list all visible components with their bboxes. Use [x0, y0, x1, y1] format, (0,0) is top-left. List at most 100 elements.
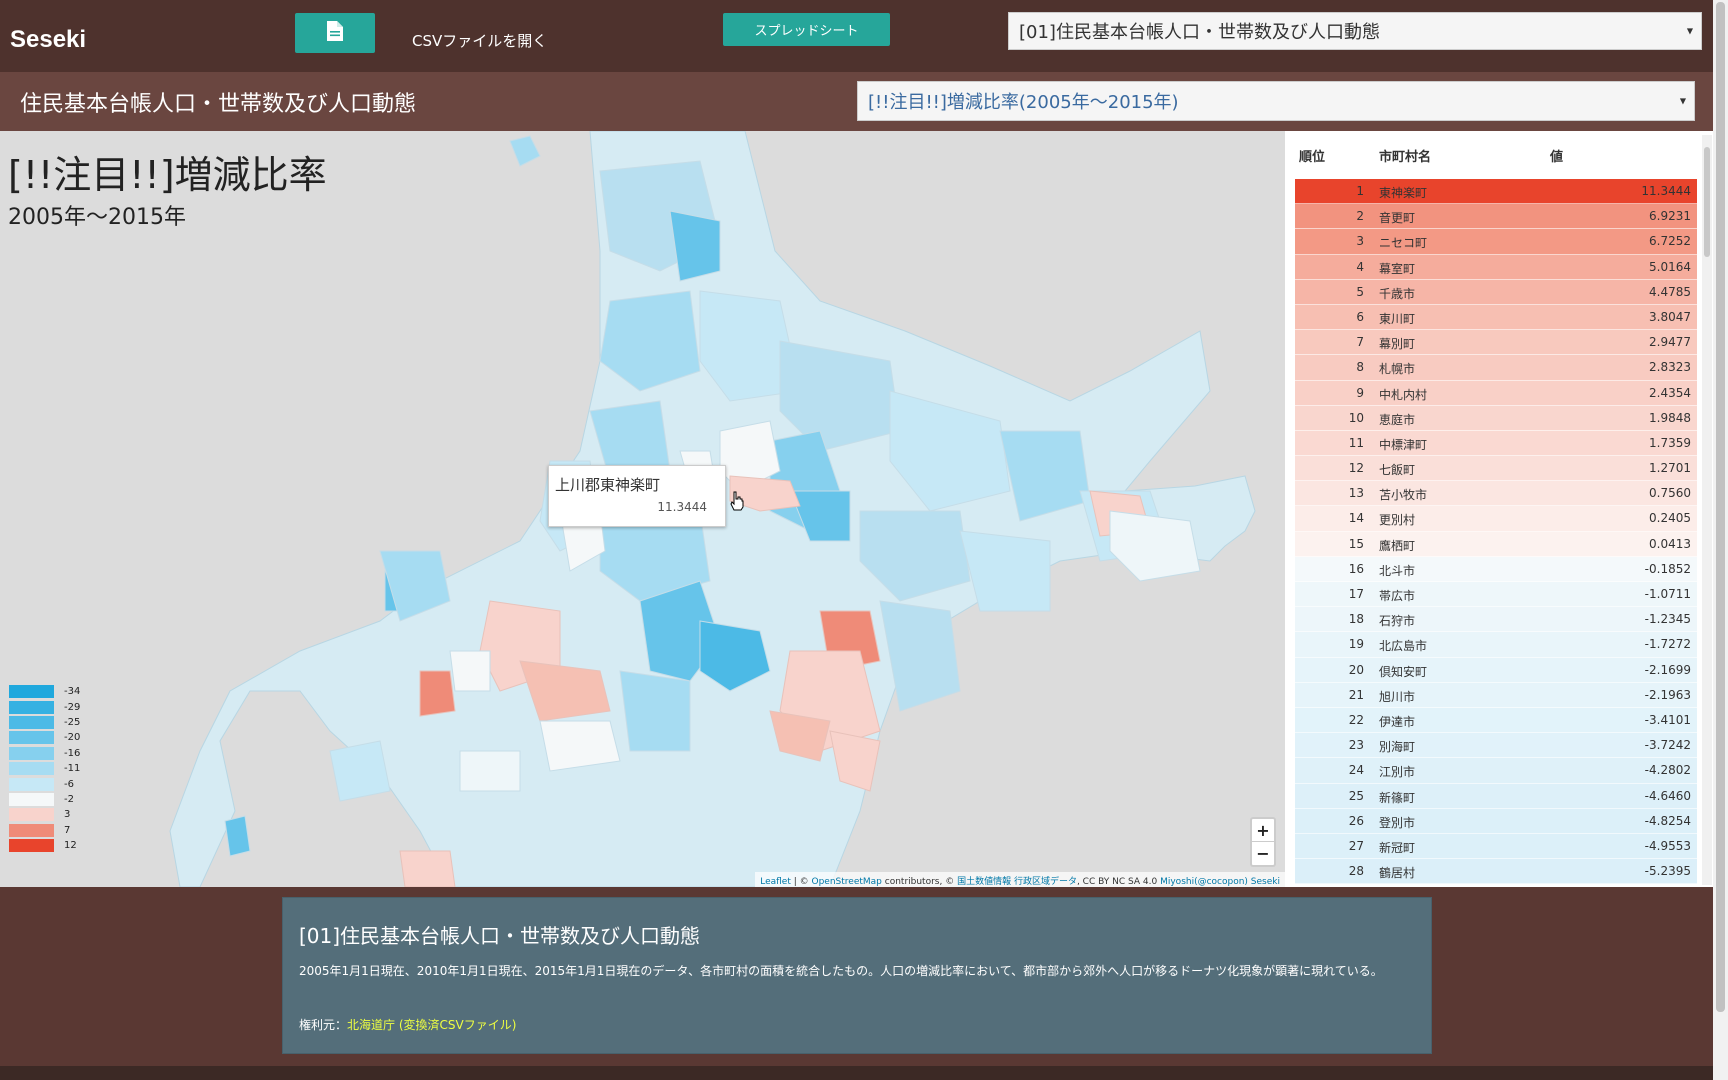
spreadsheet-button[interactable]: スプレッドシート — [723, 13, 890, 46]
zoom-in-button[interactable]: + — [1252, 819, 1274, 842]
name-column-header[interactable]: 市町村名 — [1379, 146, 1431, 165]
attribution-text: , CC BY NC SA 4.0 — [1076, 877, 1161, 887]
table-row[interactable]: 26 登別市 -4.8254 — [1295, 808, 1697, 834]
table-row[interactable]: 27 新冠町 -4.9553 — [1295, 833, 1697, 860]
rank-cell: 22 — [1348, 712, 1364, 727]
name-cell: 札幌市 — [1379, 362, 1416, 377]
name-cell: 音更町 — [1379, 211, 1416, 226]
table-row[interactable]: 19 北広島市 -1.7272 — [1295, 632, 1697, 658]
legend-item: -2 — [9, 792, 80, 807]
name-cell: 旭川市 — [1379, 689, 1416, 704]
table-row[interactable]: 17 帯広市 -1.0711 — [1295, 582, 1697, 608]
legend-swatch — [9, 746, 54, 760]
table-row[interactable]: 24 江別市 -4.2802 — [1295, 758, 1697, 784]
table-row[interactable]: 5 千歳市 4.4785 — [1295, 279, 1697, 305]
name-cell: 別海町 — [1379, 740, 1416, 755]
rank-cell: 23 — [1348, 738, 1364, 753]
top-navbar: Seseki CSVファイルを開く スプレッドシート [01]住民基本台帳人口・… — [0, 0, 1713, 72]
name-cell: 石狩市 — [1379, 614, 1416, 629]
value-cell: 5.0164 — [1649, 259, 1691, 274]
source-org-link[interactable]: 北海道庁 — [347, 1018, 395, 1032]
table-row[interactable]: 1 東神楽町 11.3444 — [1295, 179, 1697, 205]
source-csv-link[interactable]: (変換済CSVファイル) — [399, 1018, 517, 1032]
rank-cell: 13 — [1348, 486, 1364, 501]
choropleth-map[interactable]: [!!注目!!]増減比率 2005年～2015年 上川郡東神楽町 11.3444… — [0, 131, 1285, 887]
rank-cell: 7 — [1356, 335, 1364, 350]
table-row[interactable]: 4 幕室町 5.0164 — [1295, 254, 1697, 280]
value-cell: 2.4354 — [1649, 385, 1691, 400]
osm-link[interactable]: OpenStreetMap — [812, 877, 882, 887]
map-region — [419, 670, 456, 717]
legend-label: 7 — [64, 824, 71, 836]
source-prefix: 権利元： — [299, 1018, 348, 1032]
rank-column-header[interactable]: 順位 — [1299, 146, 1325, 165]
value-column-header[interactable]: 値 — [1550, 146, 1563, 165]
author-link[interactable]: Miyoshi(@cocopon) Seseki — [1160, 877, 1280, 887]
page-scrollbar-thumb[interactable] — [1716, 2, 1725, 1012]
rank-cell: 25 — [1348, 788, 1364, 803]
page-scrollbar[interactable] — [1713, 0, 1728, 1080]
table-row[interactable]: 28 鶴居村 -5.2395 — [1295, 859, 1697, 885]
ranking-rows: 1 東神楽町 11.3444 2 音更町 6.9231 3 ニセコ町 6.7252 4 幕室町 5.0… — [1295, 179, 1697, 885]
legend-item: 3 — [9, 807, 80, 822]
page-footer — [0, 1066, 1713, 1080]
table-row[interactable]: 22 伊達市 -3.4101 — [1295, 707, 1697, 734]
legend-label: -25 — [64, 716, 81, 728]
name-cell: 七飯町 — [1379, 463, 1416, 478]
table-row[interactable]: 3 ニセコ町 6.7252 — [1295, 229, 1697, 255]
rank-cell: 16 — [1348, 561, 1364, 576]
brand-logo[interactable]: Seseki — [10, 26, 86, 54]
table-row[interactable]: 11 中標津町 1.7359 — [1295, 430, 1697, 457]
legend-item: -34 — [9, 684, 80, 699]
table-row[interactable]: 14 更別村 0.2405 — [1295, 506, 1697, 532]
name-cell: 幕別町 — [1379, 337, 1416, 352]
gsi-link[interactable]: 国土数値情報 行政区域データ — [957, 877, 1077, 887]
leaflet-link[interactable]: Leaflet — [760, 877, 791, 887]
rank-cell: 28 — [1348, 864, 1364, 879]
open-csv-label[interactable]: CSVファイルを開く — [412, 30, 547, 51]
rank-cell: 12 — [1348, 461, 1364, 476]
subheader: 住民基本台帳人口・世帯数及び人口動態 [!!注目!!]増減比率(2005年～20… — [0, 72, 1713, 131]
map-region — [459, 750, 521, 792]
legend-label: -34 — [64, 686, 81, 698]
info-description: 2005年1月1日現在、2010年1月1日現在、2015年1月1日現在のデータ、… — [299, 964, 1383, 978]
ranking-table[interactable]: 順位 市町村名 値 1 東神楽町 11.3444 2 音更町 6.9231 3 ニセコ町 6.7… — [1285, 131, 1713, 887]
table-row[interactable]: 18 石狩市 -1.2345 — [1295, 607, 1697, 633]
table-row[interactable]: 23 別海町 -3.7242 — [1295, 733, 1697, 759]
dataset-select[interactable]: [01]住民基本台帳人口・世帯数及び人口動態 ▼ — [1008, 12, 1702, 50]
table-row[interactable]: 6 東川町 3.8047 — [1295, 304, 1697, 331]
table-row[interactable]: 25 新篠町 -4.6460 — [1295, 783, 1697, 809]
legend-swatch — [9, 700, 54, 714]
metric-select-value: [!!注目!!]増減比率(2005年～2015年) — [868, 92, 1179, 113]
value-cell: -3.4101 — [1644, 712, 1691, 727]
legend-swatch — [9, 808, 54, 822]
map-region — [449, 650, 491, 692]
table-row[interactable]: 13 苫小牧市 0.7560 — [1295, 481, 1697, 507]
legend-label: -6 — [64, 778, 74, 790]
legend-label: -11 — [64, 763, 81, 775]
name-cell: ニセコ町 — [1379, 236, 1428, 251]
table-row[interactable]: 10 恵庭市 1.9848 — [1295, 405, 1697, 431]
table-row[interactable]: 9 中札内村 2.4354 — [1295, 380, 1697, 406]
rank-cell: 19 — [1348, 637, 1364, 652]
zoom-out-button[interactable]: − — [1252, 842, 1274, 865]
name-cell: 伊達市 — [1379, 714, 1416, 729]
rank-cell: 17 — [1348, 587, 1364, 601]
table-row[interactable]: 15 鷹栖町 0.0413 — [1295, 531, 1697, 557]
map-legend: -34 -29 -25 -20 -16 -11 -6 -2 3 7 12 — [9, 684, 80, 853]
table-row[interactable]: 20 倶知安町 -2.1699 — [1295, 657, 1697, 683]
open-file-button[interactable] — [295, 13, 375, 53]
value-cell: 1.7359 — [1649, 435, 1691, 450]
table-row[interactable]: 2 音更町 6.9231 — [1295, 204, 1697, 230]
table-row[interactable]: 21 旭川市 -2.1963 — [1295, 682, 1697, 708]
legend-label: -2 — [64, 793, 74, 805]
table-row[interactable]: 12 七飯町 1.2701 — [1295, 456, 1697, 482]
table-row[interactable]: 8 札幌市 2.8323 — [1295, 355, 1697, 381]
table-row[interactable]: 7 幕別町 2.9477 — [1295, 330, 1697, 356]
ranking-scrollbar[interactable] — [1702, 135, 1712, 885]
table-row[interactable]: 16 北斗市 -0.1852 — [1295, 556, 1697, 582]
rank-cell: 21 — [1348, 687, 1364, 702]
legend-item: -6 — [9, 776, 80, 791]
metric-select[interactable]: [!!注目!!]増減比率(2005年～2015年) ▼ — [857, 81, 1695, 121]
ranking-scrollbar-thumb[interactable] — [1704, 147, 1710, 257]
